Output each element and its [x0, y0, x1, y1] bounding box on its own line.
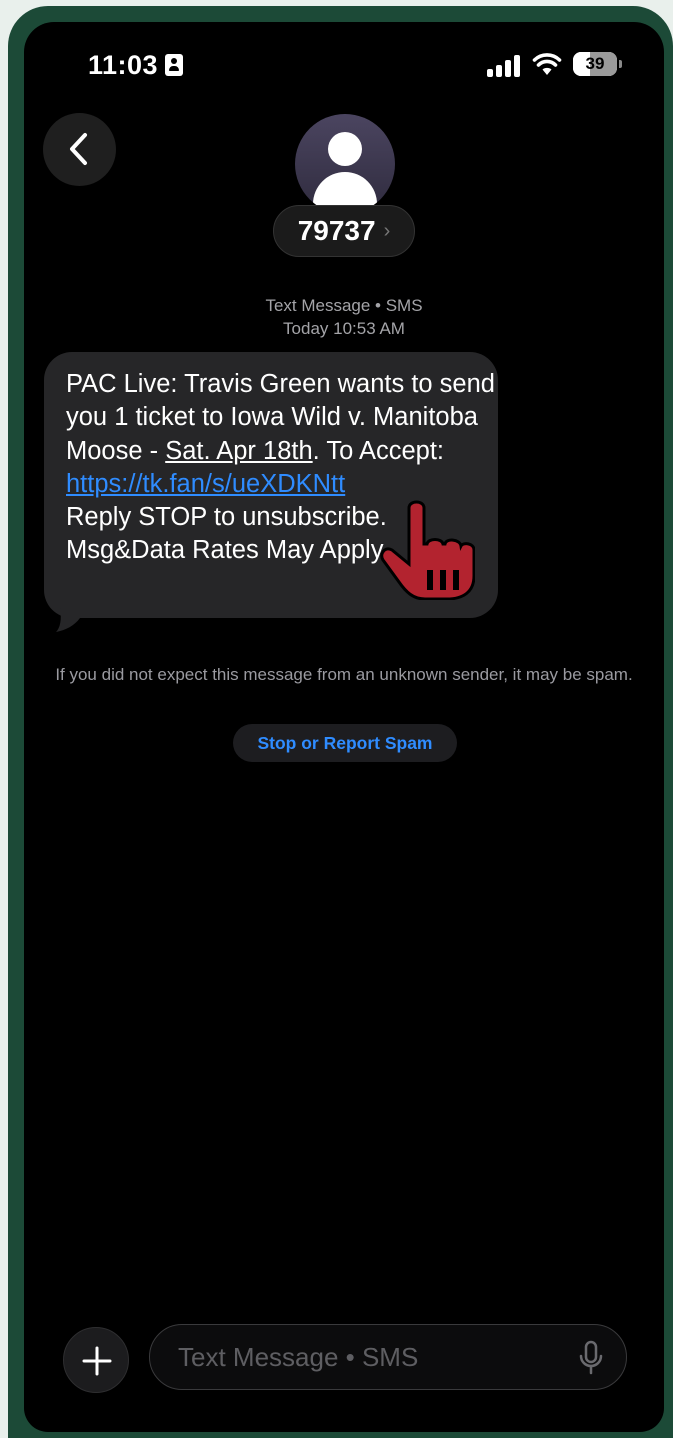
message-part-3: Reply STOP to unsubscribe. Msg&Data Rate… [66, 503, 389, 565]
contact-name: 79737 [297, 215, 376, 246]
add-attachment-button[interactable] [63, 1327, 129, 1393]
wifi-icon [532, 53, 562, 75]
chevron-right-icon: › [383, 219, 391, 242]
battery-tip [619, 60, 622, 68]
spam-warning-text: If you did not expect this message from … [55, 665, 633, 684]
person-card-icon [165, 54, 183, 76]
service-label: Text Message • SMS [265, 296, 423, 315]
date-link[interactable]: Sat. Apr 18th [165, 437, 312, 465]
cellular-signal-icon [487, 55, 521, 77]
contact-name-button[interactable]: 79737 › [273, 205, 415, 257]
battery-level: 39 [585, 54, 605, 73]
pointing-hand-cursor-icon [380, 500, 475, 600]
back-button[interactable] [43, 113, 116, 186]
chevron-left-icon [70, 133, 87, 165]
message-part-2: . To Accept: [312, 436, 445, 465]
status-time: 11:03 [88, 50, 159, 80]
microphone-icon[interactable] [577, 1340, 605, 1376]
report-spam-button[interactable]: Stop or Report Spam [233, 724, 457, 762]
url-link[interactable]: https://tk.fan/s/ueXDKNtt [66, 470, 345, 498]
battery-indicator: 39 [573, 52, 617, 76]
bubble-tail [56, 608, 80, 632]
person-avatar-icon[interactable] [295, 114, 395, 214]
message-timestamp: Today 10:53 AM [283, 319, 405, 338]
plus-icon [82, 1346, 112, 1376]
message-input[interactable] [149, 1324, 627, 1390]
messages-screen: 11:03 39 79737 › Text Message • SMS Toda… [24, 22, 664, 1432]
